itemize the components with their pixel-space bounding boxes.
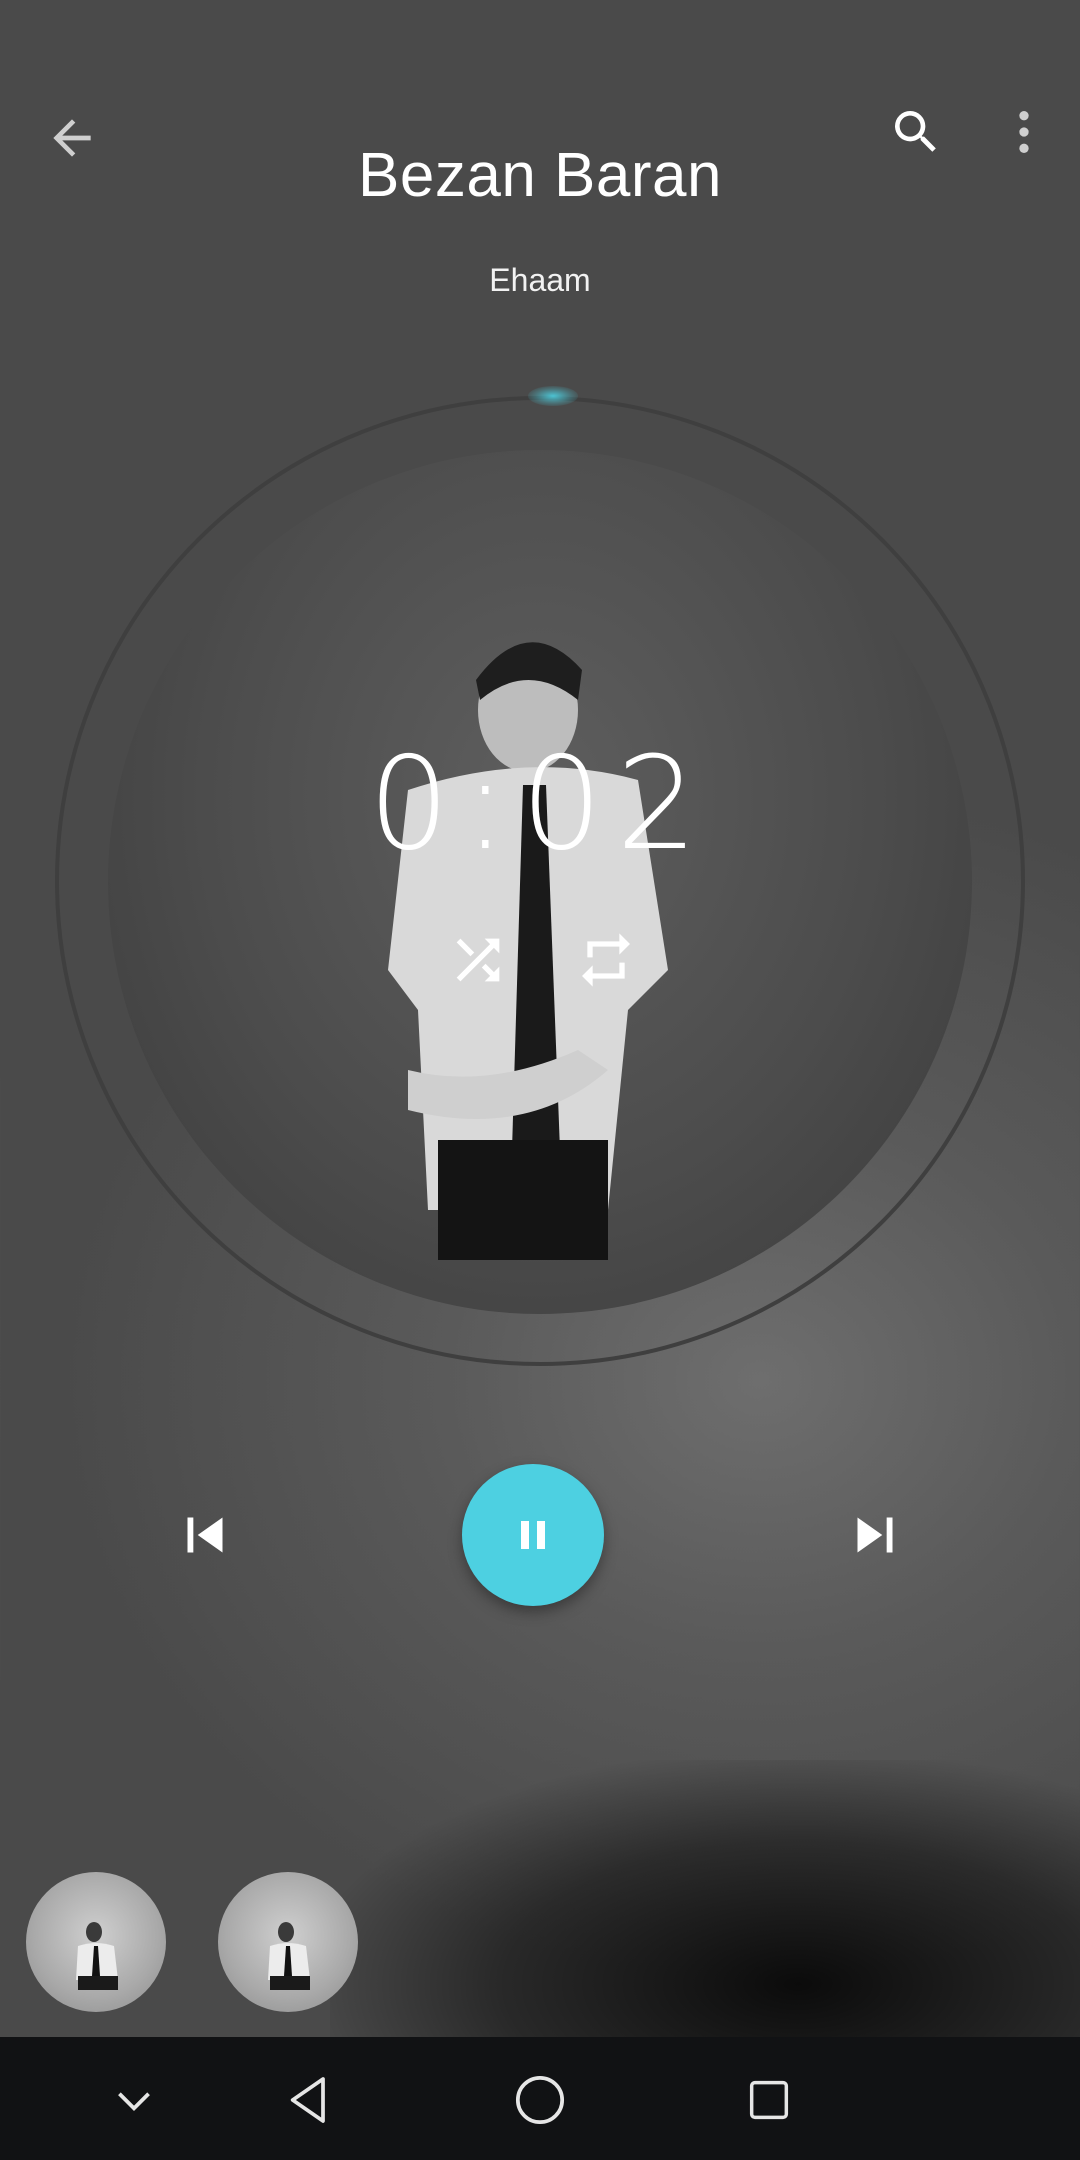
chevron-down-icon	[118, 2092, 150, 2111]
repeat-icon	[582, 933, 630, 987]
progress-indicator[interactable]	[528, 386, 578, 406]
elapsed-time: 0:02	[368, 730, 712, 879]
repeat-button[interactable]	[566, 920, 646, 1000]
recents-square-icon	[749, 2080, 789, 2120]
nav-hide-button[interactable]	[89, 2055, 179, 2145]
background-shadow	[330, 1760, 1080, 2080]
back-triangle-icon	[290, 2077, 325, 2123]
album-art	[108, 450, 972, 1314]
album-art-photo	[388, 642, 668, 1260]
track-artist: Ehaam	[489, 262, 591, 298]
album-art-thumbnail	[268, 1922, 310, 1990]
shuffle-icon	[456, 938, 500, 982]
nav-recents-button[interactable]	[724, 2055, 814, 2145]
pause-icon	[521, 1521, 545, 1549]
next-track-button[interactable]	[830, 1490, 920, 1580]
queue-thumbnail[interactable]	[26, 1872, 166, 2012]
shuffle-button[interactable]	[438, 920, 518, 1000]
home-circle-icon	[515, 2075, 565, 2125]
system-navigation-bar	[0, 2037, 1080, 2160]
queue-thumbnail[interactable]	[218, 1872, 358, 2012]
skip-previous-icon	[187, 1517, 223, 1553]
nav-home-button[interactable]	[495, 2055, 585, 2145]
track-title: Bezan Baran	[358, 141, 722, 210]
previous-track-button[interactable]	[160, 1490, 250, 1580]
pause-button[interactable]	[462, 1464, 604, 1606]
skip-next-icon	[857, 1517, 893, 1553]
nav-back-button[interactable]	[264, 2055, 354, 2145]
album-art-thumbnail	[76, 1922, 118, 1990]
